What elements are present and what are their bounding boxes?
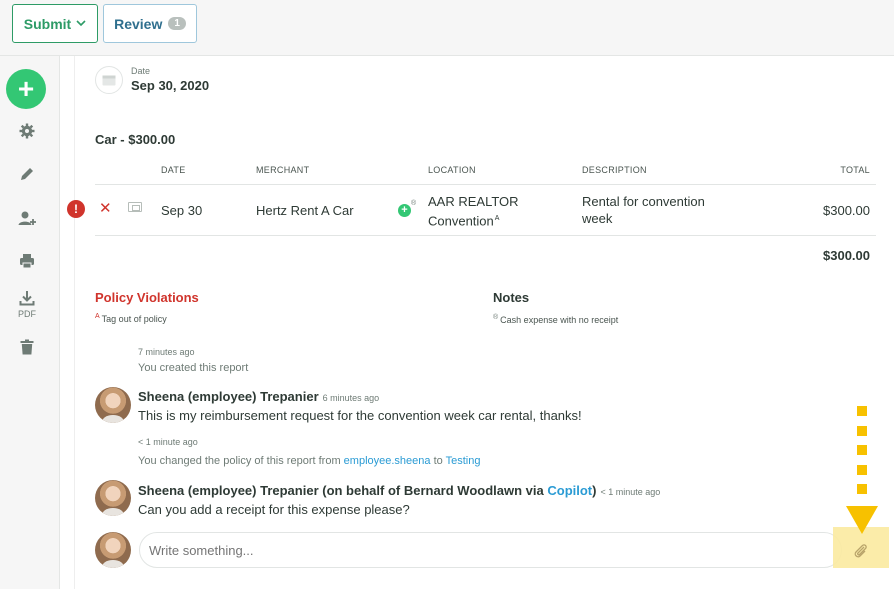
description-line2: week [582,211,613,226]
annotation-dot [857,445,867,455]
avatar [95,387,131,423]
column-header-date: DATE [161,165,186,175]
error-icon[interactable]: ! [67,200,85,218]
annotation-dot [857,465,867,475]
policy-violation-note: A Tag out of policy [95,313,167,324]
annotation-dot [857,406,867,416]
close-icon[interactable]: ✕ [99,199,112,217]
comment-time: < 1 minute ago [600,487,661,497]
expense-merchant: Hertz Rent A Car [256,203,354,218]
pdf-label: PDF [18,309,36,319]
column-header-total: TOTAL [840,165,870,175]
gear-icon[interactable] [16,120,38,142]
annotation-dot [857,484,867,494]
sidebar: + PDF [0,56,75,589]
policy-note-text: Tag out of policy [101,314,167,324]
comment-time: 6 minutes ago [322,393,380,403]
policy-change-text: You changed the policy of this report fr… [138,455,341,467]
author-name: Sheena (employee) Trepanier [138,389,319,404]
location-line1: AAR REALTOR [428,194,519,209]
activity-time: < 1 minute ago [138,437,198,447]
merchant-note-marker: ® [411,200,417,207]
add-expense-button[interactable]: + [6,69,46,109]
review-count-badge: 1 [168,17,186,30]
avatar [95,532,131,568]
description-line1: Rental for convention [582,194,705,209]
calendar-icon [95,66,123,94]
receipt-icon[interactable] [128,202,142,212]
category-title: Car - $300.00 [95,132,176,147]
expense-description: Rental for convention week [582,193,705,227]
activity-system-text: You created this report [138,362,249,374]
notes-note: ® Cash expense with no receipt [493,314,618,325]
from-policy-link[interactable]: employee.sheena [344,455,431,467]
comment-text: This is my reimbursement request for the… [138,408,582,423]
policy-violations-title: Policy Violations [95,290,199,305]
activity-time: 7 minutes ago [138,347,195,357]
plus-icon: + [17,73,35,104]
notes-note-text: Cash expense with no receipt [500,315,619,325]
column-header-merchant: MERCHANT [256,165,310,175]
expense-location: AAR REALTOR ConventionA [428,193,519,229]
location-marker: A [494,215,500,222]
report-grand-total: $300.00 [823,248,870,263]
to-policy-link[interactable]: Testing [446,455,481,467]
review-label: Review [114,15,163,32]
column-header-location: LOCATION [428,165,476,175]
policy-change-to: to [433,455,443,467]
annotation-dot [857,426,867,436]
policy-marker: A [95,313,100,320]
person-add-icon[interactable] [16,207,38,229]
table-divider [95,184,876,185]
comment-author: Sheena (employee) Trepanier 6 minutes ago [138,389,379,404]
activity-system-text: You changed the policy of this report fr… [138,455,480,467]
comment-text: Can you add a receipt for this expense p… [138,502,410,517]
avatar [95,480,131,516]
comment-author: Sheena (employee) Trepanier (on behalf o… [138,483,660,498]
review-button[interactable]: Review 1 [103,4,197,43]
location-line2: Convention [428,213,494,229]
author-name: Sheena (employee) Trepanier (on behalf o… [138,483,544,498]
add-merchant-icon[interactable]: + [398,204,411,217]
submit-button[interactable]: Submit [12,4,98,43]
top-toolbar: Submit Review 1 [0,0,894,56]
date-label: Date [131,66,151,76]
paperclip-icon[interactable] [850,540,872,562]
chevron-down-icon [76,18,86,30]
trash-icon[interactable] [16,336,38,358]
notes-marker: ® [493,314,499,321]
printer-icon[interactable] [16,250,38,272]
author-close: ) [592,483,597,498]
submit-label: Submit [23,15,72,32]
pencil-icon[interactable] [16,163,38,185]
table-divider [95,235,876,236]
notes-title: Notes [493,290,530,305]
report-date: Sep 30, 2020 [131,78,210,93]
comment-input[interactable] [139,532,842,568]
download-icon[interactable] [16,287,38,309]
expense-total: $300.00 [823,203,870,218]
column-header-description: DESCRIPTION [582,165,647,175]
expense-date: Sep 30 [161,203,203,218]
copilot-link[interactable]: Copilot [547,483,592,498]
annotation-arrow-icon [846,506,878,534]
